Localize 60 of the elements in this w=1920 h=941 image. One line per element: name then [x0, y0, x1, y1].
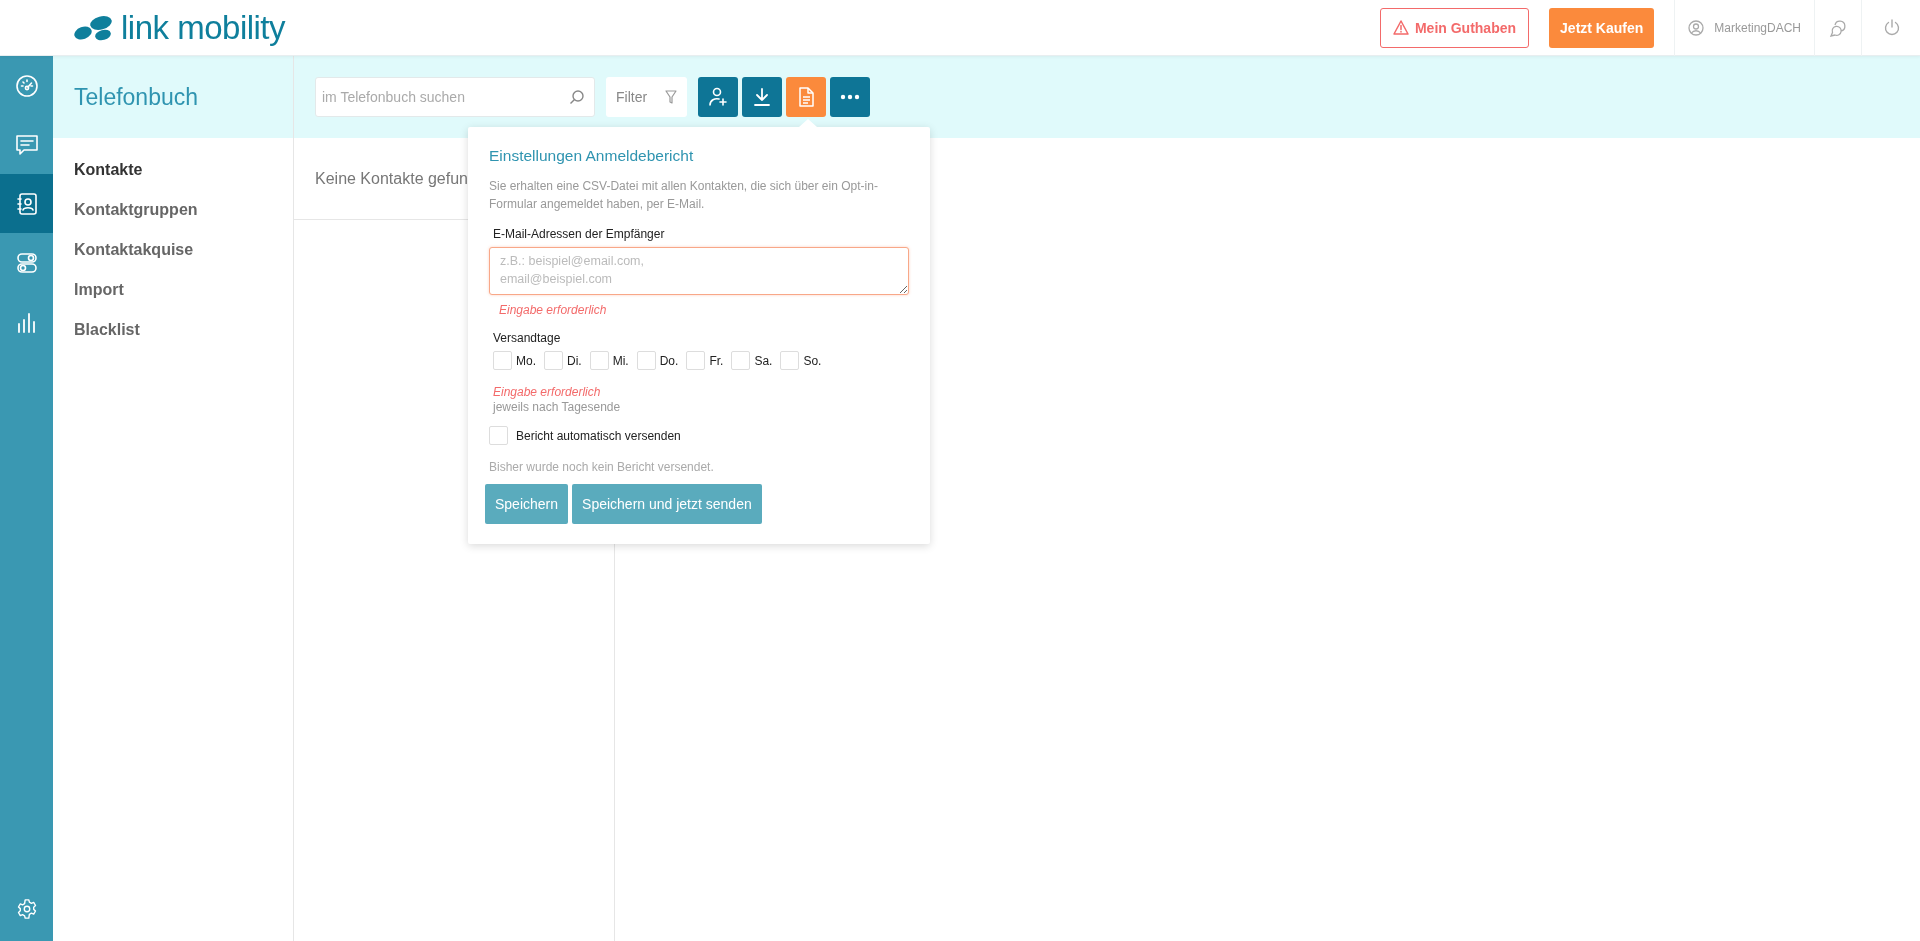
- power-icon[interactable]: [1884, 19, 1900, 36]
- checkbox-label: Sa.: [754, 353, 773, 368]
- save-button[interactable]: Speichern: [485, 484, 569, 524]
- checkbox-label: Do.: [659, 353, 679, 368]
- field-label: E-Mail-Adressen der Empfänger: [493, 227, 666, 241]
- error-message: Eingabe erforderlich: [493, 385, 602, 400]
- warning-icon: [1392, 20, 1409, 35]
- more-icon: [840, 94, 860, 100]
- checkbox-label: Mi.: [612, 353, 629, 368]
- toolbar-button[interactable]: [742, 77, 782, 117]
- bar-chart-icon: [16, 310, 37, 333]
- hint-text: jeweils nach Tagesende: [493, 400, 622, 414]
- search-icon: [569, 89, 585, 105]
- settings-icon: [15, 898, 38, 920]
- section-title: Telefonbuch: [74, 83, 199, 111]
- filter-icon: [665, 90, 677, 104]
- section-nav-item[interactable]: Kontaktakquise: [53, 230, 293, 270]
- speech-bubble-icon: [14, 133, 39, 156]
- email-input-field[interactable]: z.B.: beispiel@email.com, email@beispiel.com: [489, 247, 909, 295]
- day-checkbox[interactable]: [636, 351, 656, 370]
- field-label: Versandtage: [493, 331, 562, 345]
- buy-button[interactable]: Jetzt Kaufen: [1549, 7, 1655, 48]
- empty-message: Keine Kontakte gefun: [315, 169, 468, 188]
- logo-icon: [73, 14, 113, 41]
- toggle-icon: [15, 251, 38, 274]
- section-nav-item[interactable]: Import: [53, 270, 293, 310]
- toolbar-button[interactable]: [698, 77, 738, 117]
- document-icon: [798, 87, 814, 107]
- day-checkbox[interactable]: [493, 351, 512, 370]
- add-person-icon: [708, 87, 728, 107]
- section-nav-item[interactable]: Blacklist: [53, 310, 293, 350]
- day-checkbox[interactable]: [589, 351, 609, 370]
- popover-description: Sie erhalten eine CSV-Datei mit allen Kontakten, die sich über ein Opt-in-Formular angemeldet haben, per E-Mail.: [489, 178, 879, 213]
- balance-button[interactable]: Mein Guthaben: [1379, 7, 1530, 48]
- error-message: Eingabe erforderlich: [499, 303, 608, 317]
- checkbox-label: So.: [803, 353, 822, 368]
- toolbar-button[interactable]: [830, 77, 870, 117]
- filter-button[interactable]: Filter: [606, 77, 687, 117]
- checkbox-label: Mo.: [516, 353, 536, 368]
- auto-send-checkbox[interactable]: [489, 426, 508, 445]
- logo-text: link mobility: [121, 11, 286, 44]
- day-checkbox[interactable]: [544, 351, 563, 370]
- checkbox-label: Bericht automatisch versenden: [516, 428, 681, 443]
- search-field[interactable]: im Telefonbuch suchen: [315, 77, 595, 117]
- day-checkbox[interactable]: [780, 351, 800, 370]
- save-button[interactable]: Speichern und jetzt senden: [572, 484, 762, 524]
- download-icon: [753, 87, 771, 107]
- status-text: Bisher wurde noch kein Bericht versendet.: [489, 460, 715, 474]
- day-checkbox[interactable]: [731, 351, 751, 370]
- checkbox-label: Di.: [567, 353, 582, 368]
- user-icon: [1688, 19, 1705, 36]
- contact-card-icon: [15, 191, 38, 216]
- gauge-icon: [14, 73, 39, 98]
- section-nav-item[interactable]: Kontaktgruppen: [53, 190, 293, 230]
- user-name[interactable]: MarketingDACH: [1714, 20, 1801, 35]
- popover-title: Einstellungen Anmeldebericht: [489, 147, 695, 165]
- section-nav-item[interactable]: Kontakte: [53, 150, 293, 190]
- chat-icon[interactable]: [1829, 18, 1847, 37]
- checkbox-label: Fr.: [709, 353, 724, 368]
- day-checkbox[interactable]: [686, 351, 706, 370]
